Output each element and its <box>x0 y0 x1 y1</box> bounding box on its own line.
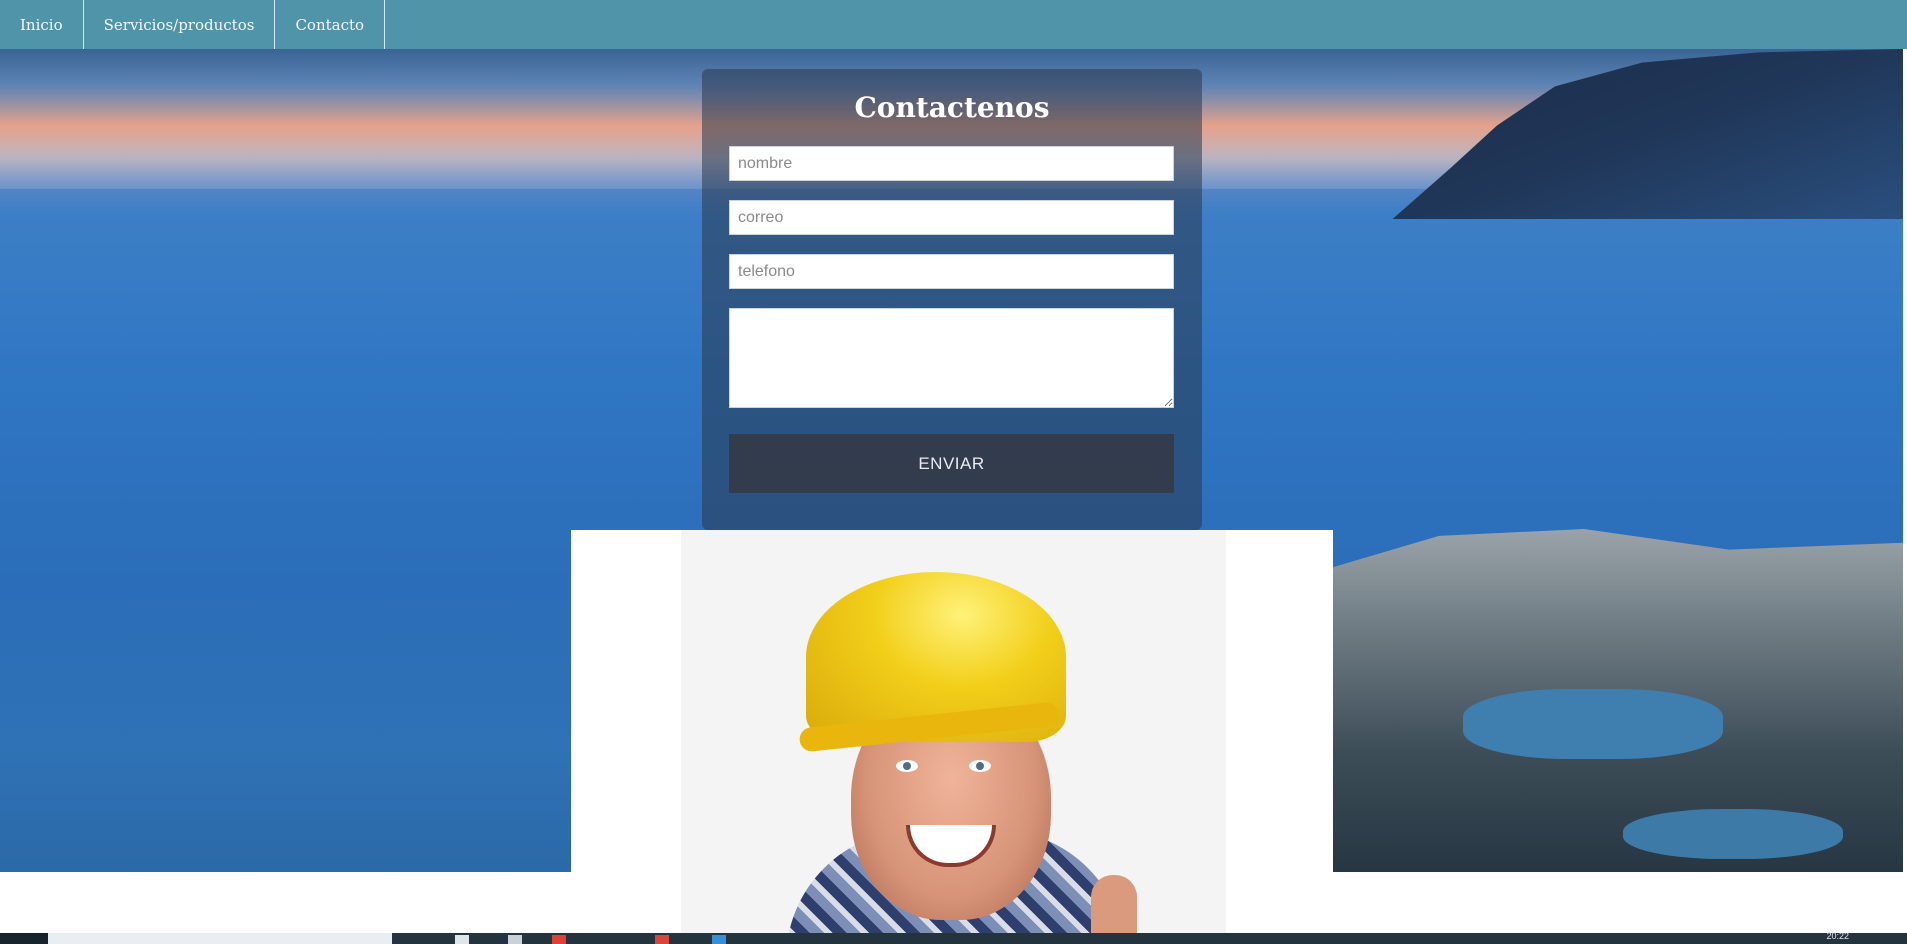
email-input[interactable] <box>729 200 1174 235</box>
worker-photo <box>571 530 1333 944</box>
left-eye <box>896 760 918 772</box>
send-button[interactable]: ENVIAR <box>729 434 1174 493</box>
right-eye <box>969 760 991 772</box>
rock-pool <box>1463 689 1723 759</box>
app-icon[interactable] <box>552 935 566 944</box>
taskbar-search-box[interactable] <box>48 933 392 944</box>
nav-item-inicio[interactable]: Inicio <box>0 0 84 49</box>
top-nav: Inicio Servicios/productos Contacto <box>0 0 1907 49</box>
app-icon[interactable] <box>712 935 726 944</box>
name-input[interactable] <box>729 146 1174 181</box>
smile <box>906 825 996 867</box>
message-textarea[interactable] <box>729 308 1174 408</box>
browser-icon[interactable] <box>508 935 522 944</box>
taskbar-clock[interactable]: 20:22 <box>1826 931 1849 941</box>
nav-item-contacto[interactable]: Contacto <box>275 0 386 49</box>
file-explorer-icon[interactable] <box>455 935 469 944</box>
nav-item-servicios-productos[interactable]: Servicios/productos <box>84 0 276 49</box>
contact-form-card: Contactenos ENVIAR <box>702 69 1202 530</box>
contact-form-title: Contactenos <box>854 91 1050 124</box>
phone-input[interactable] <box>729 254 1174 289</box>
os-taskbar: 20:22 <box>0 931 1907 944</box>
rock-pool <box>1623 809 1843 859</box>
app-icon[interactable] <box>655 935 669 944</box>
start-button[interactable] <box>0 933 48 944</box>
